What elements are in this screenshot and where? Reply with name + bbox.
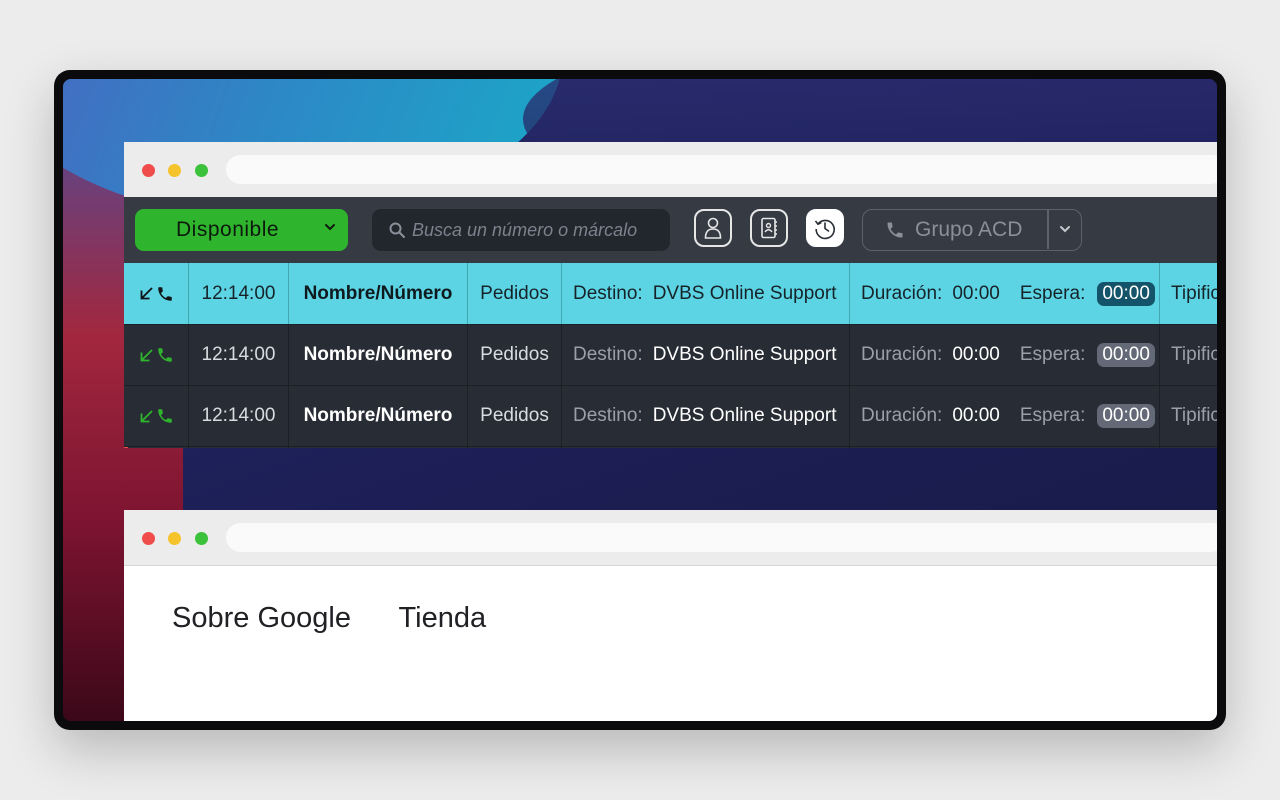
wait-badge: 00:00 [1097, 404, 1155, 428]
acd-group-selector[interactable]: Grupo ACD [862, 209, 1082, 251]
status-dropdown[interactable]: Disponible [135, 209, 348, 251]
call-center-window: Disponible Grupo ACD [124, 142, 1217, 448]
agent-toolbar: Disponible Grupo ACD [124, 197, 1217, 263]
close-window-button[interactable] [142, 532, 155, 545]
browser-window: Sobre Google Tienda [124, 510, 1217, 721]
call-type-cell [124, 325, 189, 385]
call-time: 12:14:00 [189, 447, 289, 448]
wait-badge: 00:00 [1097, 343, 1155, 367]
search-input[interactable] [412, 219, 662, 241]
status-label: Disponible [176, 218, 280, 241]
acd-group-label: Grupo ACD [915, 218, 1023, 241]
call-time: 12:14:00 [189, 386, 289, 446]
browser-nav-links: Sobre Google Tienda [172, 602, 526, 635]
desktop-screen: Disponible Grupo ACD [63, 79, 1217, 721]
wait-label: Espera: [1019, 405, 1086, 426]
caller-name: Nombre/Número [289, 447, 468, 448]
duration-value: 00:00 [952, 405, 1000, 426]
destination-cell: Destino: DVBS Online Support [562, 325, 850, 385]
window-titlebar [124, 142, 1217, 198]
call-time: 12:14:00 [189, 263, 289, 324]
minimize-window-button[interactable] [168, 164, 181, 177]
search-box[interactable] [372, 209, 670, 251]
destination-cell: Destino: DVBS Online Support [562, 386, 850, 446]
duration-label: Duración: [861, 282, 943, 304]
maximize-window-button[interactable] [195, 164, 208, 177]
destination-cell: Destino: DVBS Online Support [562, 263, 850, 324]
call-row[interactable]: 12:14:00Nombre/NúmeroPedidos Destino: DVBS… [124, 324, 1217, 385]
queue-name: Pedidos [468, 386, 562, 446]
minimize-window-button[interactable] [168, 532, 181, 545]
duration-label: Duración: [861, 405, 943, 426]
incoming-arrow-icon [140, 287, 153, 300]
timing-cell: Duración: 00:00 Espera: 00:00 [850, 325, 1160, 385]
user-icon [704, 217, 722, 239]
address-book-button[interactable] [750, 209, 788, 247]
destination-value: DVBS Online Support [652, 282, 837, 304]
timing-cell: Duración: 00:00 Espera: 00:00 [850, 386, 1160, 446]
destination-value: DVBS Online Support [652, 405, 837, 426]
queue-name: Pedidos [468, 263, 562, 324]
queue-name: Pedidos [468, 325, 562, 385]
phone-icon [157, 409, 172, 423]
call-row[interactable]: 12:14:00Nombre/NúmeroPedidos Destino: DVBS… [124, 263, 1217, 324]
destination-cell: Destino:DVBS Online Support [562, 447, 850, 448]
link-sobre-google[interactable]: Sobre Google [172, 602, 351, 634]
destination-label: Destino: [573, 344, 643, 365]
typification-cell: Tipific [1171, 282, 1217, 304]
wait-label: Espera: [1019, 344, 1086, 365]
wait-badge: 00:00 [1097, 281, 1155, 306]
caller-name: Nombre/Número [289, 386, 468, 446]
caller-name: Nombre/Número [289, 325, 468, 385]
laptop-frame: Disponible Grupo ACD [54, 70, 1226, 730]
caller-name: Nombre/Número [289, 263, 468, 324]
divider [1047, 210, 1049, 249]
destination-label: Destino: [573, 282, 643, 304]
call-type-cell [124, 263, 189, 324]
address-book-icon [761, 217, 777, 239]
window-titlebar [124, 510, 1217, 566]
timing-cell: Duración:00:00Espera:00:00 [850, 447, 1160, 448]
destination-label: Destino: [573, 405, 643, 426]
duration-label: Duración: [861, 344, 943, 365]
chevron-down-icon [325, 224, 335, 231]
history-button[interactable] [806, 209, 844, 247]
search-icon [389, 222, 405, 238]
contacts-button[interactable] [694, 209, 732, 247]
call-type-cell [124, 386, 189, 446]
phone-icon [887, 222, 903, 238]
duration-value: 00:00 [952, 344, 1000, 365]
duration-value: 00:00 [952, 282, 1000, 304]
typification-cell: Tipific [1171, 405, 1217, 426]
phone-icon [157, 286, 172, 301]
typification-cell: Tipific [1171, 344, 1217, 365]
close-window-button[interactable] [142, 164, 155, 177]
address-bar[interactable] [226, 523, 1217, 552]
address-bar[interactable] [226, 155, 1217, 184]
incoming-arrow-icon [140, 348, 153, 361]
link-tienda[interactable]: Tienda [399, 602, 487, 634]
typification-cell: Tipific [1160, 447, 1217, 448]
phone-icon [157, 348, 172, 362]
maximize-window-button[interactable] [195, 532, 208, 545]
clock-history-icon [814, 219, 835, 240]
call-row[interactable]: 12:14:00Nombre/NúmeroPedidosDestino:DVBS… [124, 446, 1217, 448]
wait-label: Espera: [1019, 282, 1086, 304]
call-type-cell [124, 447, 189, 448]
incoming-arrow-icon [140, 409, 153, 422]
timing-cell: Duración: 00:00 Espera: 00:00 [850, 263, 1160, 324]
call-time: 12:14:00 [189, 325, 289, 385]
queue-name: Pedidos [468, 447, 562, 448]
chevron-down-icon[interactable] [1058, 222, 1072, 236]
destination-value: DVBS Online Support [652, 344, 837, 365]
call-row[interactable]: 12:14:00Nombre/NúmeroPedidos Destino: DVBS… [124, 385, 1217, 446]
